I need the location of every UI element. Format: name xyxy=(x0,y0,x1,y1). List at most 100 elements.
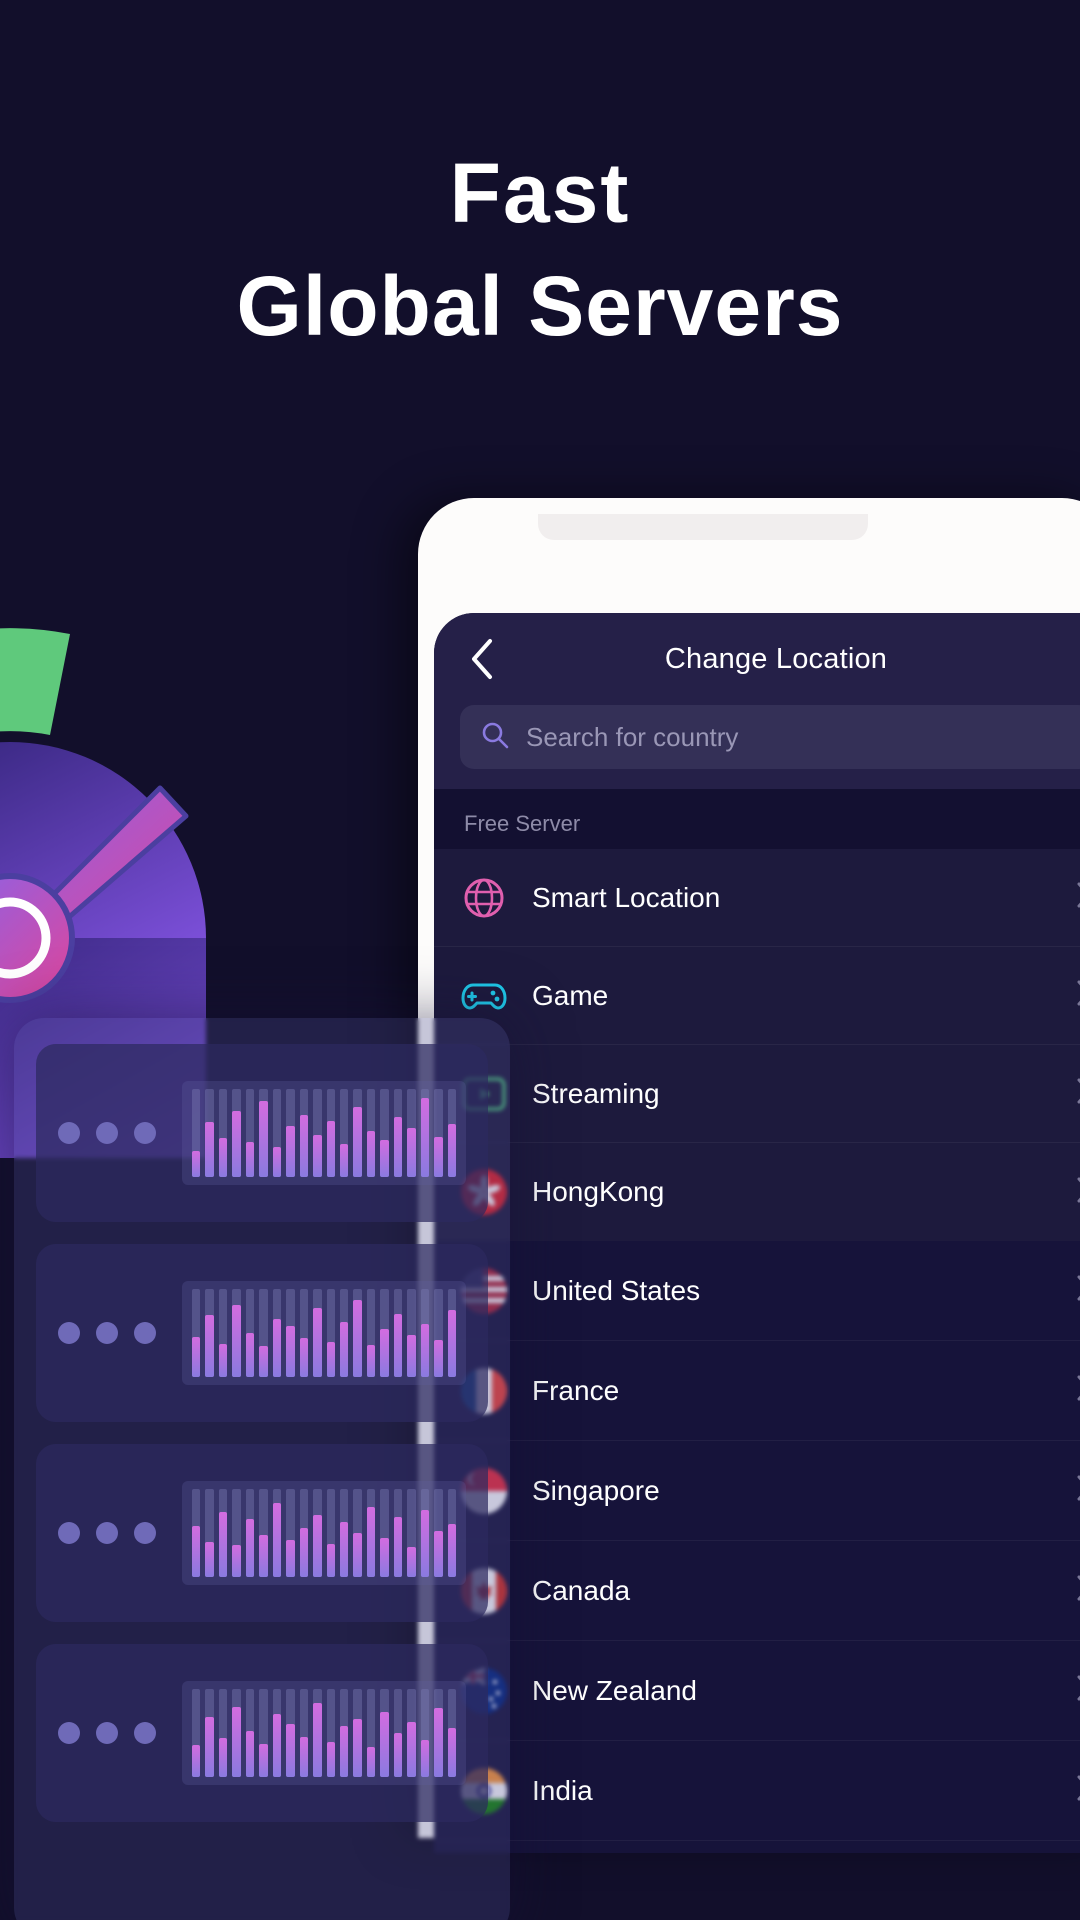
activity-bar xyxy=(407,1289,416,1377)
activity-bar xyxy=(393,1489,403,1577)
chevron-right-icon xyxy=(1076,1574,1080,1607)
activity-bar xyxy=(420,1489,430,1577)
activity-bar xyxy=(380,1289,389,1377)
list-item-streaming[interactable]: Streaming xyxy=(434,1045,1080,1143)
activity-bar xyxy=(313,1289,322,1377)
list-item-singapore[interactable]: Singapore xyxy=(434,1441,1080,1541)
status-led xyxy=(96,1322,118,1344)
activity-bar xyxy=(245,1089,255,1177)
server-rack-unit xyxy=(36,1644,488,1822)
activity-bar xyxy=(339,1089,349,1177)
activity-bar xyxy=(393,1089,403,1177)
activity-bar xyxy=(192,1289,201,1377)
activity-bar xyxy=(272,1289,282,1377)
list-item-label: United States xyxy=(532,1274,701,1306)
activity-bar xyxy=(447,1689,457,1777)
chevron-right-icon xyxy=(1076,1274,1080,1307)
activity-bar xyxy=(286,1689,295,1777)
activity-bar xyxy=(339,1289,349,1377)
list-item-smart-location[interactable]: Smart Location xyxy=(434,849,1080,947)
status-led xyxy=(58,1522,80,1544)
activity-bar xyxy=(245,1489,255,1577)
activity-bar xyxy=(326,1289,335,1377)
activity-bars xyxy=(182,1281,466,1385)
activity-bar xyxy=(339,1689,349,1777)
activity-bar xyxy=(447,1289,457,1377)
activity-bar xyxy=(299,1489,309,1577)
activity-bar xyxy=(434,1689,443,1777)
status-led xyxy=(134,1322,156,1344)
activity-bar xyxy=(218,1489,228,1577)
activity-bars xyxy=(182,1081,466,1185)
list-item-label: New Zealand xyxy=(532,1674,697,1706)
chevron-right-icon xyxy=(1076,1374,1080,1407)
search-input[interactable]: Search for country xyxy=(460,705,1080,769)
activity-bar xyxy=(353,1689,362,1777)
activity-bar xyxy=(407,1089,416,1177)
headline-line-2: Global Servers xyxy=(236,258,844,353)
activity-bar xyxy=(407,1689,416,1777)
country-list: United States France Singapore Canada Ne… xyxy=(434,1241,1080,1853)
list-item-united-states[interactable]: United States xyxy=(434,1241,1080,1341)
activity-bar xyxy=(353,1289,362,1377)
activity-bar xyxy=(299,1289,309,1377)
activity-bar xyxy=(353,1489,362,1577)
list-item-sweden[interactable]: Sweden xyxy=(434,1841,1080,1853)
activity-bar xyxy=(205,1089,214,1177)
activity-bar xyxy=(366,1089,376,1177)
back-button[interactable] xyxy=(460,637,504,681)
list-item-label: Streaming xyxy=(532,1077,660,1109)
app-header: Change Location xyxy=(434,613,1080,705)
list-item-new-zealand[interactable]: New Zealand xyxy=(434,1641,1080,1741)
list-item-label: India xyxy=(532,1774,593,1806)
list-item-game[interactable]: Game xyxy=(434,947,1080,1045)
activity-bar xyxy=(420,1289,430,1377)
activity-bar xyxy=(218,1089,228,1177)
status-led xyxy=(96,1122,118,1144)
section-label-free-server: Free Server xyxy=(464,811,581,836)
activity-bar xyxy=(299,1689,309,1777)
status-led xyxy=(134,1522,156,1544)
activity-bar xyxy=(192,1089,201,1177)
list-item-india[interactable]: India xyxy=(434,1741,1080,1841)
status-led xyxy=(58,1322,80,1344)
free-server-group: Smart Location Game Streaming HongKong xyxy=(434,849,1080,1241)
chevron-right-icon xyxy=(1076,1176,1080,1209)
activity-bar xyxy=(286,1289,295,1377)
status-led xyxy=(58,1122,80,1144)
activity-bar xyxy=(420,1689,430,1777)
activity-bar xyxy=(434,1489,443,1577)
activity-bar xyxy=(232,1289,241,1377)
chevron-right-icon xyxy=(1076,1774,1080,1807)
activity-bar xyxy=(192,1689,201,1777)
status-led xyxy=(96,1722,118,1744)
activity-bar xyxy=(286,1489,295,1577)
server-rack-unit xyxy=(36,1444,488,1622)
chevron-right-icon xyxy=(1076,1474,1080,1507)
chevron-right-icon xyxy=(1076,979,1080,1012)
search-zone: Search for country xyxy=(434,705,1080,789)
list-item-label: Singapore xyxy=(532,1474,660,1506)
chevron-right-icon xyxy=(1076,881,1080,914)
activity-bar xyxy=(218,1689,228,1777)
list-item-france[interactable]: France xyxy=(434,1341,1080,1441)
activity-bar xyxy=(447,1089,457,1177)
server-rack-illustration xyxy=(14,1018,510,1920)
status-led-group xyxy=(58,1322,156,1344)
activity-bar xyxy=(447,1489,457,1577)
list-item-label: HongKong xyxy=(532,1176,665,1207)
activity-bars xyxy=(182,1681,466,1785)
activity-bar xyxy=(245,1689,255,1777)
activity-bar xyxy=(353,1089,362,1177)
list-item-label: Canada xyxy=(532,1574,631,1606)
status-led xyxy=(96,1522,118,1544)
list-item-hongkong[interactable]: HongKong xyxy=(434,1143,1080,1241)
activity-bar xyxy=(366,1689,376,1777)
activity-bar xyxy=(434,1289,443,1377)
chevron-left-icon xyxy=(472,639,492,679)
app-title: Change Location xyxy=(664,642,888,675)
activity-bar xyxy=(232,1089,241,1177)
activity-bar xyxy=(259,1489,268,1577)
list-item-canada[interactable]: Canada xyxy=(434,1541,1080,1641)
activity-bar xyxy=(192,1489,201,1577)
